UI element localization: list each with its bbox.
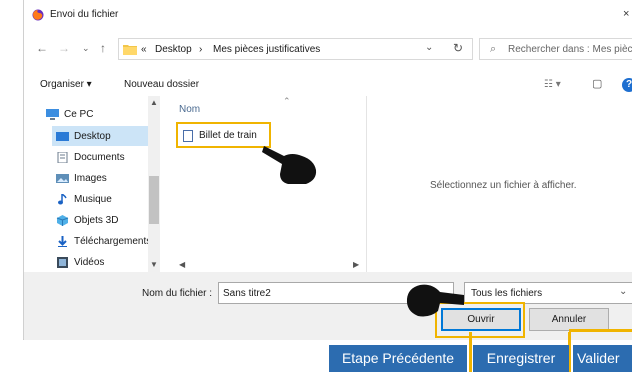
documents-icon (57, 152, 68, 163)
search-placeholder: Rechercher dans : Mes pièce... (508, 44, 632, 55)
file-list-hscrollbar[interactable]: ◀ ▶ (161, 260, 366, 272)
nav-item-videos[interactable]: Vidéos (24, 252, 148, 272)
music-icon (58, 194, 67, 205)
filename-label: Nom du fichier : (142, 288, 213, 299)
refresh-icon[interactable]: ↻ (453, 41, 463, 55)
scroll-down-icon[interactable]: ▼ (150, 260, 158, 269)
nav-item-telechargements[interactable]: Téléchargements (24, 231, 148, 251)
nav-item-musique[interactable]: Musique (24, 189, 148, 209)
objects3d-icon (56, 215, 69, 226)
folder-icon (123, 45, 137, 55)
highlight-line (469, 332, 472, 372)
file-item-billet-de-train[interactable]: Billet de train (176, 122, 271, 148)
close-button[interactable]: × (623, 8, 632, 22)
nav-label: Objets 3D (74, 215, 119, 226)
nav-scrollbar[interactable]: ▲ ▼ (148, 96, 160, 272)
downloads-icon (58, 236, 67, 247)
highlight-line (569, 329, 632, 332)
nav-label: Vidéos (74, 257, 105, 268)
up-arrow-icon[interactable]: ↑ (100, 41, 106, 55)
images-icon (56, 174, 69, 183)
address-bar[interactable]: « Desktop › Mes pièces justificatives ⌄ … (118, 38, 473, 60)
nav-item-objets-3d[interactable]: Objets 3D (24, 210, 148, 230)
command-toolbar: Organiser ▾ Nouveau dossier ☷ ▾ ▢ ? (24, 72, 632, 96)
validate-button[interactable]: Valider (573, 345, 632, 372)
breadcrumb-desktop[interactable]: Desktop (155, 44, 192, 55)
search-input[interactable]: ⌕ Rechercher dans : Mes pièce... (479, 38, 632, 60)
column-header-name[interactable]: Nom (179, 104, 200, 115)
nav-label: Desktop (74, 131, 111, 142)
navigation-pane: Ce PC Desktop Documents Images Musique O… (24, 96, 160, 272)
help-icon[interactable]: ? (622, 78, 632, 92)
file-type-value: Tous les fichiers (471, 288, 543, 299)
nav-item-ce-pc[interactable]: Ce PC (24, 104, 148, 124)
scroll-up-icon[interactable]: ▲ (150, 98, 158, 107)
preview-pane-icon[interactable]: ▢ (592, 77, 602, 90)
nav-label: Téléchargements (74, 236, 148, 247)
videos-icon (57, 257, 68, 268)
scroll-left-icon[interactable]: ◀ (179, 260, 185, 269)
title-bar: Envoi du fichier × (24, 0, 632, 30)
pointing-hand-icon (406, 284, 464, 317)
nav-item-documents[interactable]: Documents (24, 147, 148, 167)
recent-chevron-icon[interactable]: ⌄ (82, 41, 90, 55)
view-options-icon[interactable]: ☷ ▾ (544, 79, 561, 90)
document-icon (183, 130, 193, 142)
previous-step-button[interactable]: Etape Précédente (329, 345, 467, 372)
nav-label: Documents (74, 152, 125, 163)
file-type-select[interactable]: Tous les fichiers ⌄ (464, 282, 632, 304)
desktop-icon (56, 132, 69, 141)
forward-arrow-icon[interactable]: → (58, 41, 70, 55)
save-button[interactable]: Enregistrer (473, 345, 569, 372)
preview-pane: Sélectionnez un fichier à afficher. (366, 96, 632, 272)
nav-item-images[interactable]: Images (24, 168, 148, 188)
nav-label: Ce PC (64, 109, 94, 120)
nav-label: Musique (74, 194, 112, 205)
new-folder-button[interactable]: Nouveau dossier (124, 79, 199, 90)
breadcrumb-current-folder[interactable]: Mes pièces justificatives (213, 44, 320, 55)
organize-menu[interactable]: Organiser ▾ (40, 79, 92, 90)
file-label: Billet de train (199, 130, 257, 141)
nav-label: Images (74, 173, 107, 184)
pointing-hand-icon (262, 146, 317, 184)
scroll-right-icon[interactable]: ▶ (353, 260, 359, 269)
scroll-thumb[interactable] (149, 176, 159, 224)
filename-value: Sans titre2 (223, 288, 271, 299)
preview-message: Sélectionnez un fichier à afficher. (430, 180, 577, 191)
address-dropdown-icon[interactable]: ⌄ (425, 42, 433, 53)
address-prefix: « (141, 44, 147, 55)
firefox-icon (32, 9, 44, 21)
chevron-down-icon: ⌄ (619, 286, 628, 297)
pc-icon (46, 109, 59, 120)
search-icon: ⌕ (490, 43, 497, 55)
nav-item-desktop[interactable]: Desktop (52, 126, 148, 146)
cancel-button[interactable]: Annuler (529, 308, 609, 331)
back-arrow-icon[interactable]: ← (36, 41, 48, 55)
address-row: ← → ⌄ ↑ « Desktop › Mes pièces justifica… (24, 36, 632, 62)
file-dialog: Envoi du fichier × ← → ⌄ ↑ « Desktop › M… (23, 0, 632, 340)
breadcrumb-separator: › (199, 44, 203, 55)
sort-arrow-icon: ⌃ (283, 96, 291, 106)
dialog-title: Envoi du fichier (50, 9, 119, 20)
